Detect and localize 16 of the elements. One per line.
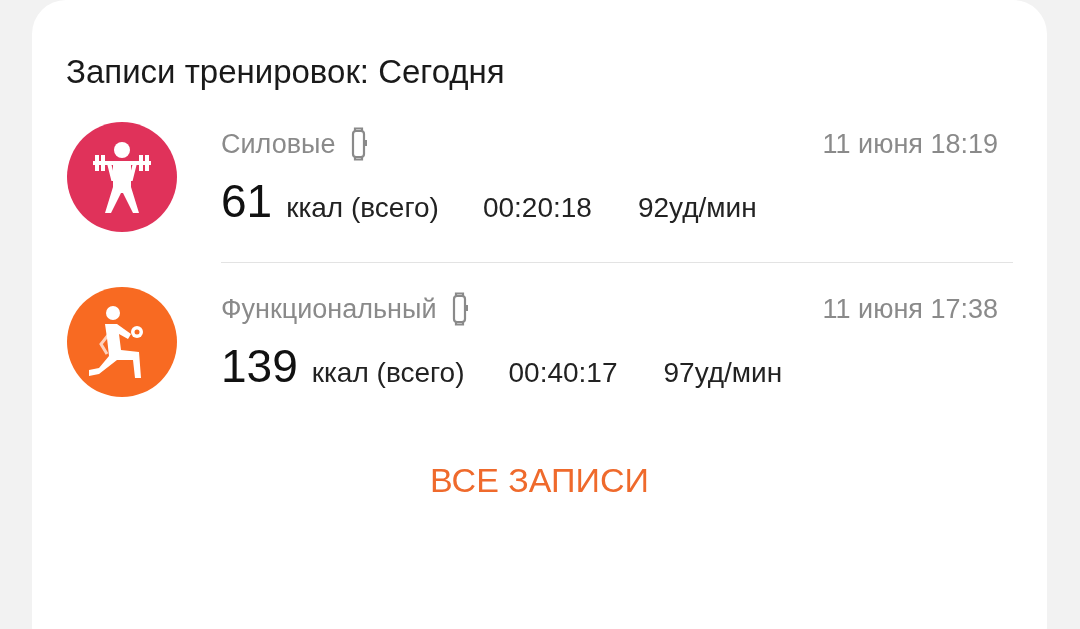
workout-date: 11 июня 17:38 [822,292,998,326]
calories-unit: ккал (всего) [311,356,465,391]
workout-date: 11 июня 18:19 [822,127,998,161]
smartwatch-icon [452,292,469,327]
calories-unit: ккал (всего) [286,191,439,226]
all-records-button[interactable]: ВСЕ ЗАПИСИ [430,454,649,506]
calories-value: 61 [221,178,273,225]
heart-rate-value: 92уд/мин [637,191,757,226]
duration-value: 00:40:17 [508,356,618,391]
smartwatch-icon [351,127,368,162]
workout-name: Функциональный [221,292,437,326]
calories-value: 139 [221,343,298,390]
card-title: Записи тренировок: Сегодня [66,52,506,92]
heart-rate-value: 97уд/мин [663,356,783,391]
workout-name: Силовые [221,127,336,161]
duration-value: 00:20:18 [482,191,592,226]
